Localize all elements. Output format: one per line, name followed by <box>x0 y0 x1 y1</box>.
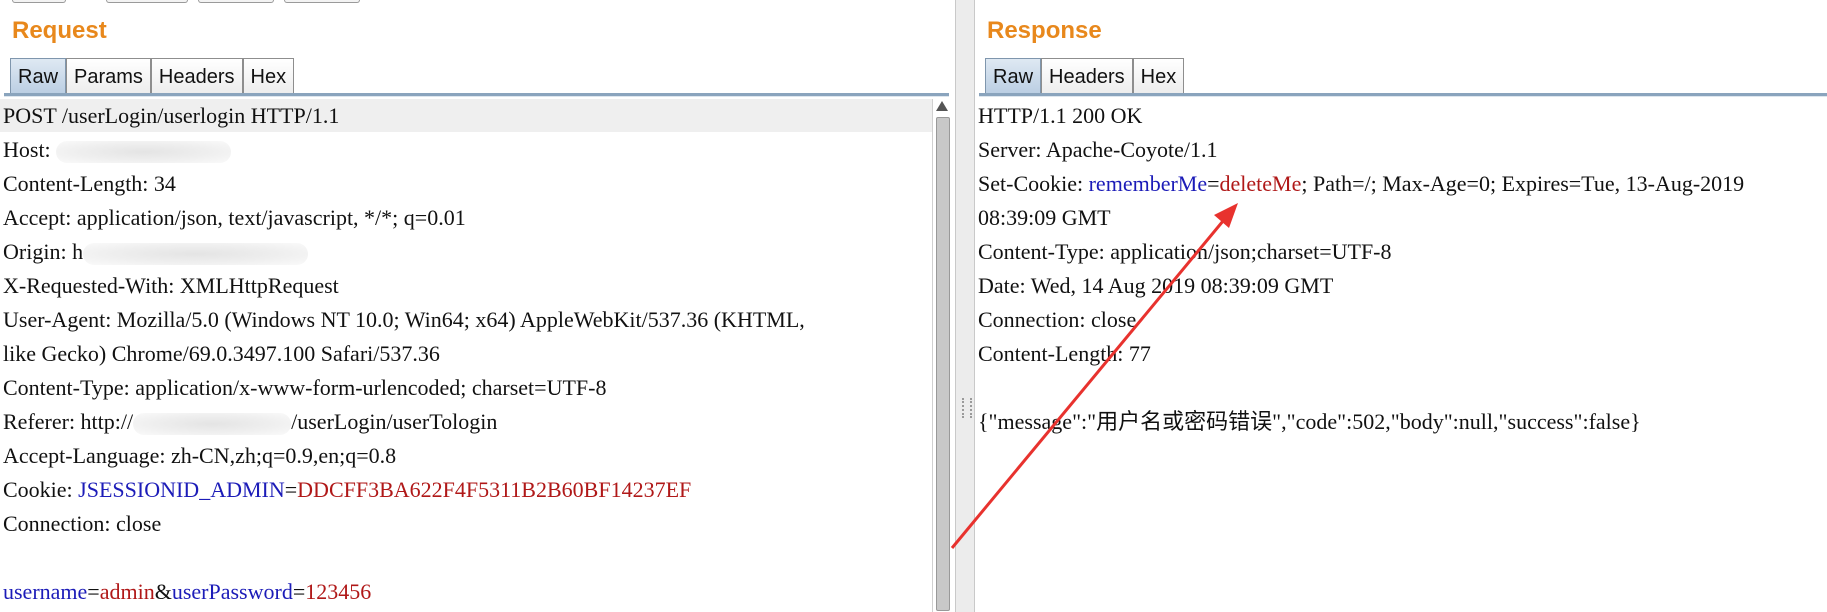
response-pane: Response Raw Headers Hex HTTP/1.1 200 OK… <box>975 0 1827 612</box>
request-line: Content-Length: 34 <box>3 171 176 196</box>
request-body-line: username=admin&userPassword=123456 <box>3 579 372 604</box>
scroll-up-arrow-icon[interactable] <box>936 101 948 111</box>
redacted-blur <box>56 140 232 163</box>
response-raw-editor[interactable]: HTTP/1.1 200 OK Server: Apache-Coyote/1.… <box>975 99 1827 612</box>
response-line: Content-Length: 77 <box>978 341 1151 366</box>
request-line: Connection: close <box>3 511 162 536</box>
response-line: Content-Type: application/json;charset=U… <box>978 239 1392 264</box>
redacted-blur <box>133 412 292 435</box>
request-line: Content-Type: application/x-www-form-url… <box>3 375 607 400</box>
request-tabbar: Raw Params Headers Hex <box>10 58 295 95</box>
toolbar-button-stub[interactable] <box>284 0 360 3</box>
response-line: Server: Apache-Coyote/1.1 <box>978 137 1218 162</box>
toolbar-button-stub[interactable] <box>106 0 188 3</box>
response-body-line: {"message":"用户名或密码错误","code":502,"body":… <box>978 409 1641 434</box>
response-line: Date: Wed, 14 Aug 2019 08:39:09 GMT <box>978 273 1334 298</box>
request-line: like Gecko) Chrome/69.0.3497.100 Safari/… <box>3 341 440 366</box>
response-line: Connection: close <box>978 307 1137 332</box>
request-tab-headers[interactable]: Headers <box>150 58 243 95</box>
response-line: Set-Cookie: rememberMe=deleteMe; Path=/;… <box>978 171 1745 196</box>
request-scrollbar[interactable] <box>932 99 953 612</box>
response-line: 08:39:09 GMT <box>978 205 1111 230</box>
request-tab-hex[interactable]: Hex <box>242 58 295 95</box>
request-line: Accept-Language: zh-CN,zh;q=0.9,en;q=0.8 <box>3 443 397 468</box>
response-tab-raw[interactable]: Raw <box>985 58 1042 95</box>
response-title: Response <box>987 17 1102 44</box>
response-tab-hex[interactable]: Hex <box>1132 58 1185 95</box>
response-tab-headers[interactable]: Headers <box>1041 58 1133 95</box>
toolbar-button-stub[interactable] <box>198 0 274 3</box>
request-line: Host: <box>3 133 232 166</box>
request-line: X-Requested-With: XMLHttpRequest <box>3 273 339 298</box>
request-line: Accept: application/json, text/javascrip… <box>3 205 466 230</box>
toolbar-button-stub[interactable] <box>12 0 66 3</box>
request-pane: Request Raw Params Headers Hex POST /use… <box>0 0 955 612</box>
response-tab-rule <box>979 93 1827 97</box>
redacted-blur <box>83 242 309 265</box>
request-tab-params[interactable]: Params <box>66 58 151 95</box>
scrollbar-thumb[interactable] <box>936 117 950 611</box>
response-tabbar: Raw Headers Hex <box>985 58 1185 95</box>
request-line: User-Agent: Mozilla/5.0 (Windows NT 10.0… <box>3 307 805 332</box>
pane-splitter[interactable] <box>955 0 975 612</box>
request-tab-raw[interactable]: Raw <box>10 58 67 95</box>
request-title: Request <box>12 17 107 44</box>
request-raw-editor[interactable]: POST /userLogin/userlogin HTTP/1.1 Host:… <box>0 99 933 612</box>
request-line: Referer: http:///userLogin/userTologin <box>3 409 498 435</box>
request-tab-rule <box>4 93 949 97</box>
request-line: POST /userLogin/userlogin HTTP/1.1 <box>0 99 933 132</box>
request-line: Cookie: JSESSIONID_ADMIN=DDCFF3BA622F4F5… <box>3 477 692 502</box>
response-line: HTTP/1.1 200 OK <box>978 103 1143 128</box>
request-line: Origin: h <box>3 235 309 268</box>
splitter-grip-icon[interactable] <box>962 398 972 418</box>
